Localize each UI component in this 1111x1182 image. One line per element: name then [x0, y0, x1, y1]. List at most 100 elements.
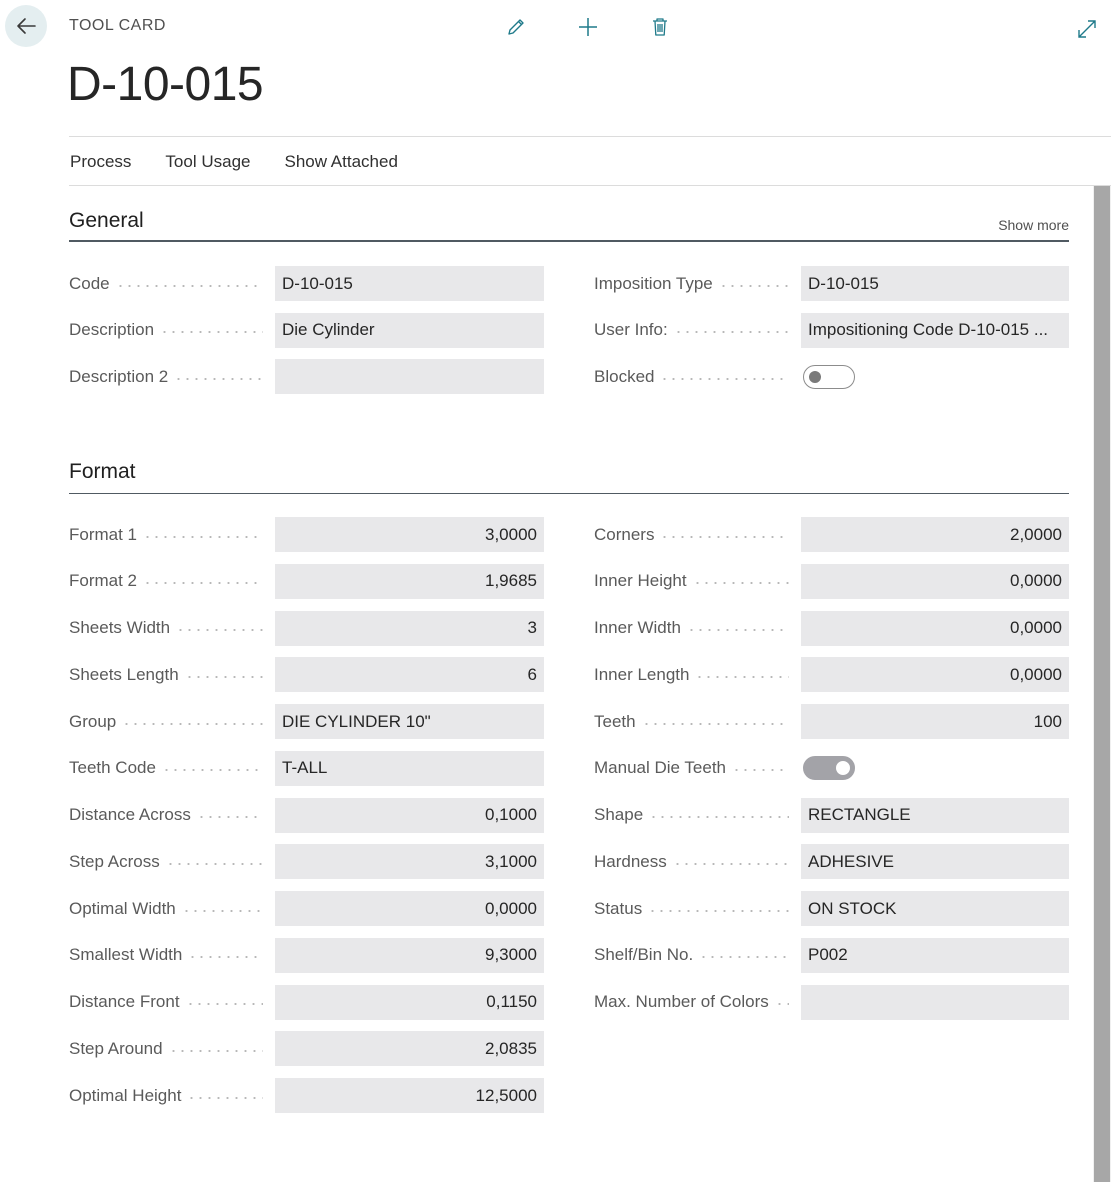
toggle-container [801, 751, 1069, 786]
shelf-bin-no-input[interactable]: P002 [801, 937, 1069, 973]
field-imposition-type: Imposition Type D-10-015 [594, 266, 1069, 301]
step-around-input[interactable]: 2,0835 [275, 1031, 544, 1067]
field-label: Smallest Width [69, 945, 183, 965]
inner-height-input[interactable]: 0,0000 [801, 563, 1069, 599]
field-inner-width: Inner Width 0,0000 [594, 610, 1069, 646]
field-label: Step Across [69, 851, 160, 871]
step-across-input[interactable]: 3,1000 [275, 844, 544, 880]
field-label: Imposition Type [594, 273, 713, 293]
teeth-code-input[interactable]: T-ALL [275, 750, 544, 786]
show-more-link[interactable]: Show more [998, 217, 1069, 233]
field-group: Group DIE CYLINDER 10" [69, 704, 544, 739]
field-manual-die-teeth: Manual Die Teeth [594, 751, 1069, 786]
dot-leader [161, 769, 263, 772]
shape-input[interactable]: RECTANGLE [801, 797, 1069, 833]
action-menu-bar: Process Tool Usage Show Attached [69, 136, 1111, 186]
scrollbar[interactable] [1093, 186, 1111, 1182]
optimal-height-input[interactable]: 12,5000 [275, 1078, 544, 1113]
inner-length-input[interactable]: 0,0000 [801, 657, 1069, 693]
section-title-format[interactable]: Format [69, 460, 136, 484]
field-sheets-width: Sheets Width 3 [69, 610, 544, 646]
back-button[interactable] [5, 5, 47, 47]
format-1-input[interactable]: 3,0000 [275, 517, 544, 552]
field-corners: Corners 2,0000 [594, 517, 1069, 552]
dot-leader [686, 629, 789, 631]
dot-leader [648, 909, 789, 912]
record-title: D-10-015 [67, 58, 264, 111]
field-blocked: Blocked [594, 359, 1069, 394]
section-title-general[interactable]: General [69, 209, 144, 233]
dot-leader [692, 582, 789, 585]
expand-icon [1078, 20, 1096, 38]
field-shape: Shape RECTANGLE [594, 797, 1069, 833]
dot-leader [165, 862, 263, 865]
teeth-input[interactable]: 100 [801, 704, 1069, 739]
menu-item-process[interactable]: Process [70, 150, 131, 172]
field-label: Description [69, 320, 155, 340]
field-label: Format 2 [69, 571, 138, 591]
dot-leader [181, 909, 263, 912]
field-description-2: Description 2 [69, 359, 544, 395]
field-label: Description 2 [69, 366, 169, 386]
field-label: Blocked [594, 366, 655, 386]
sheets-width-input[interactable]: 3 [275, 610, 544, 646]
dot-leader [168, 1049, 263, 1052]
dot-leader [660, 377, 789, 380]
field-label: Manual Die Teeth [594, 758, 726, 778]
dot-leader [660, 535, 789, 538]
max-number-of-colors-input[interactable] [801, 984, 1069, 1020]
field-max-number-of-colors: Max. Number of Colors [594, 984, 1069, 1020]
dot-leader [699, 956, 789, 959]
field-label: Code [69, 273, 110, 293]
field-user-info: User Info: Impositioning Code D-10-015 ..… [594, 312, 1069, 348]
field-label: Teeth Code [69, 758, 156, 778]
code-input[interactable]: D-10-015 [275, 266, 544, 301]
field-smallest-width: Smallest Width 9,3000 [69, 937, 544, 973]
imposition-type-input[interactable]: D-10-015 [801, 266, 1069, 301]
arrow-left-icon [17, 18, 36, 34]
format-2-input[interactable]: 1,9685 [275, 563, 544, 599]
hardness-input[interactable]: ADHESIVE [801, 844, 1069, 880]
dot-leader [184, 675, 263, 678]
field-description: Description Die Cylinder [69, 312, 544, 348]
field-format-2: Format 2 1,9685 [69, 563, 544, 599]
field-inner-length: Inner Length 0,0000 [594, 657, 1069, 693]
dot-leader [185, 1003, 263, 1005]
smallest-width-input[interactable]: 9,3000 [275, 937, 544, 973]
field-label: Step Around [69, 1038, 163, 1058]
page-caption: TOOL CARD [69, 17, 166, 34]
field-sheets-length: Sheets Length 6 [69, 657, 544, 693]
field-label: Shape [594, 805, 644, 824]
user-info-input[interactable]: Impositioning Code D-10-015 ... [801, 312, 1069, 348]
new-button[interactable] [572, 13, 604, 41]
blocked-toggle[interactable] [803, 364, 855, 389]
field-label: Teeth [594, 711, 636, 731]
general-section: General Show more [69, 209, 1069, 242]
group-input[interactable]: DIE CYLINDER 10" [275, 704, 544, 739]
menu-item-show-attached[interactable]: Show Attached [284, 150, 397, 172]
dot-leader [718, 284, 789, 287]
pencil-icon [508, 19, 524, 35]
distance-across-input[interactable]: 0,1000 [275, 797, 544, 833]
distance-front-input[interactable]: 0,1150 [275, 984, 544, 1020]
toggle-container [801, 359, 1069, 394]
expand-button[interactable] [1073, 15, 1101, 43]
status-input[interactable]: ON STOCK [801, 891, 1069, 926]
manual-die-teeth-toggle[interactable] [803, 756, 855, 781]
field-label: Distance Front [69, 992, 180, 1011]
corners-input[interactable]: 2,0000 [801, 517, 1069, 552]
sheets-length-input[interactable]: 6 [275, 657, 544, 693]
field-code: Code D-10-015 [69, 266, 544, 301]
inner-width-input[interactable]: 0,0000 [801, 610, 1069, 646]
scrollbar-thumb[interactable] [1094, 186, 1110, 1182]
delete-button[interactable] [644, 13, 676, 41]
dot-leader [188, 956, 263, 959]
field-label: Status [594, 898, 643, 918]
optimal-width-input[interactable]: 0,0000 [275, 891, 544, 926]
field-label: Optimal Width [69, 898, 176, 918]
dot-leader [122, 722, 263, 725]
menu-item-tool-usage[interactable]: Tool Usage [165, 150, 250, 172]
description-2-input[interactable] [275, 359, 544, 395]
edit-button[interactable] [500, 13, 532, 41]
description-input[interactable]: Die Cylinder [275, 312, 544, 348]
